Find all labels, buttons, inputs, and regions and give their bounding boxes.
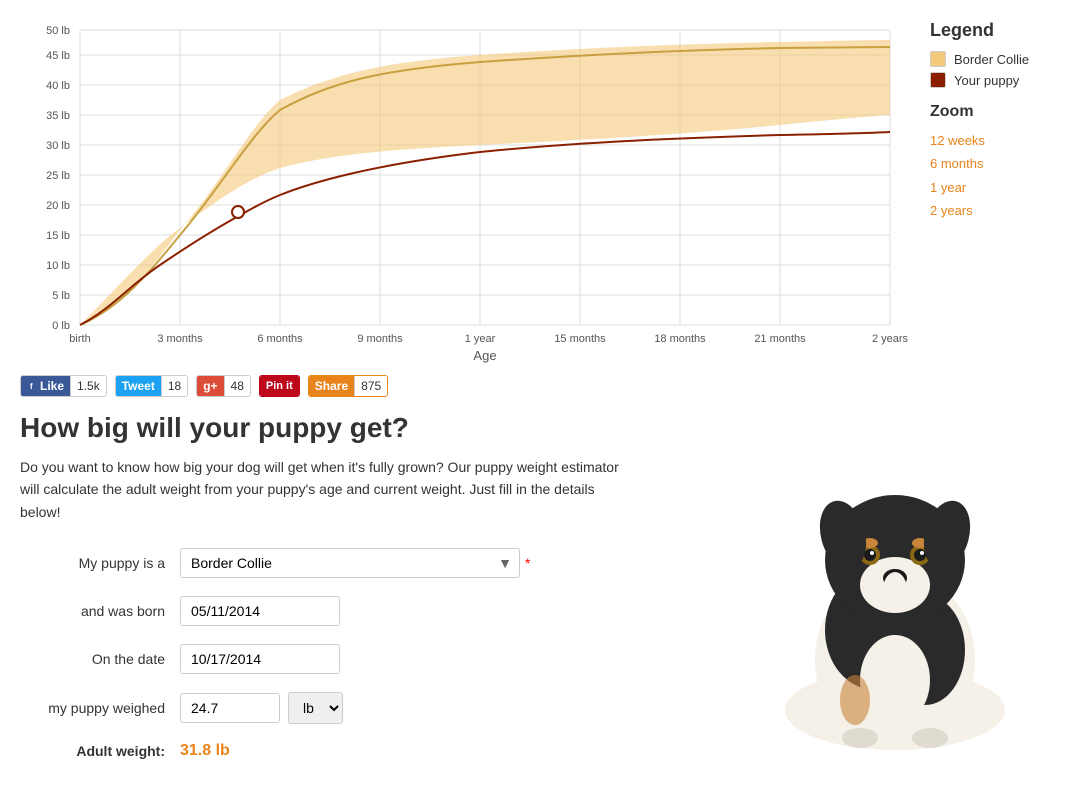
svg-text:35 lb: 35 lb (46, 110, 70, 122)
required-marker: * (525, 555, 530, 571)
facebook-label: f Like (21, 376, 70, 396)
svg-text:3 months: 3 months (157, 333, 203, 345)
zoom-title: Zoom (930, 103, 1050, 121)
svg-text:5 lb: 5 lb (52, 290, 70, 302)
svg-text:10 lb: 10 lb (46, 260, 70, 272)
breed-select[interactable]: Border Collie (180, 548, 520, 578)
zoom-2years[interactable]: 2 years (930, 199, 1050, 222)
twitter-button[interactable]: Tweet 18 (115, 375, 188, 397)
share-label: Share (309, 376, 354, 396)
twitter-count: 18 (161, 376, 187, 396)
zoom-12weeks[interactable]: 12 weeks (930, 129, 1050, 152)
svg-text:50 lb: 50 lb (46, 25, 70, 37)
googleplus-count: 48 (224, 376, 250, 396)
born-label: and was born (20, 603, 180, 619)
legend-title: Legend (930, 20, 1050, 41)
svg-text:6 months: 6 months (257, 333, 303, 345)
weight-input[interactable] (180, 693, 280, 723)
breed-select-wrap: Border Collie ▼ (180, 548, 520, 578)
pinterest-button[interactable]: Pin it (259, 375, 300, 397)
unit-select[interactable]: lb kg (288, 692, 343, 724)
legend-color-puppy (930, 72, 946, 88)
svg-text:f: f (30, 382, 33, 391)
svg-text:21 months: 21 months (754, 333, 806, 345)
social-bar: f Like 1.5k Tweet 18 g+ 48 Pin it Share … (20, 375, 1055, 397)
svg-text:2 years: 2 years (872, 333, 909, 345)
facebook-button[interactable]: f Like 1.5k (20, 375, 107, 397)
legend-item-puppy: Your puppy (930, 72, 1050, 88)
born-input[interactable] (180, 596, 340, 626)
page-description: Do you want to know how big your dog wil… (20, 456, 620, 523)
svg-text:Age: Age (473, 348, 496, 363)
share-button[interactable]: Share 875 (308, 375, 388, 397)
legend-label-puppy: Your puppy (954, 73, 1019, 88)
weight-inputs: lb kg (180, 692, 343, 724)
puppy-image-area (755, 420, 1035, 760)
date-label: On the date (20, 651, 180, 667)
zoom-6months[interactable]: 6 months (930, 152, 1050, 175)
svg-text:birth: birth (69, 333, 90, 345)
legend-panel: Legend Border Collie Your puppy Zoom 12 … (900, 20, 1050, 360)
date-input[interactable] (180, 644, 340, 674)
facebook-icon: f (27, 381, 37, 391)
svg-text:30 lb: 30 lb (46, 140, 70, 152)
pinterest-label: Pin it (260, 376, 299, 396)
googleplus-button[interactable]: g+ 48 (196, 375, 251, 397)
googleplus-label: g+ (197, 376, 223, 396)
svg-text:9 months: 9 months (357, 333, 403, 345)
share-count: 875 (354, 376, 387, 396)
svg-text:20 lb: 20 lb (46, 200, 70, 212)
zoom-1year[interactable]: 1 year (930, 176, 1050, 199)
svg-text:15 months: 15 months (554, 333, 606, 345)
svg-text:1 year: 1 year (465, 333, 496, 345)
legend-item-breed: Border Collie (930, 51, 1050, 67)
svg-text:25 lb: 25 lb (46, 170, 70, 182)
weight-label: my puppy weighed (20, 700, 180, 716)
svg-text:0 lb: 0 lb (52, 320, 70, 332)
adult-weight-value: 31.8 lb (180, 742, 230, 760)
adult-weight-label: Adult weight: (20, 743, 180, 759)
svg-text:18 months: 18 months (654, 333, 706, 345)
twitter-label: Tweet (116, 376, 161, 396)
svg-text:15 lb: 15 lb (46, 230, 70, 242)
puppy-illustration (755, 430, 1035, 760)
breed-label: My puppy is a (20, 555, 180, 571)
legend-color-breed (930, 51, 946, 67)
svg-text:45 lb: 45 lb (46, 50, 70, 62)
facebook-count: 1.5k (70, 376, 106, 396)
legend-label-breed: Border Collie (954, 52, 1029, 67)
svg-text:40 lb: 40 lb (46, 80, 70, 92)
content-area: How big will your puppy get? Do you want… (20, 412, 1055, 760)
